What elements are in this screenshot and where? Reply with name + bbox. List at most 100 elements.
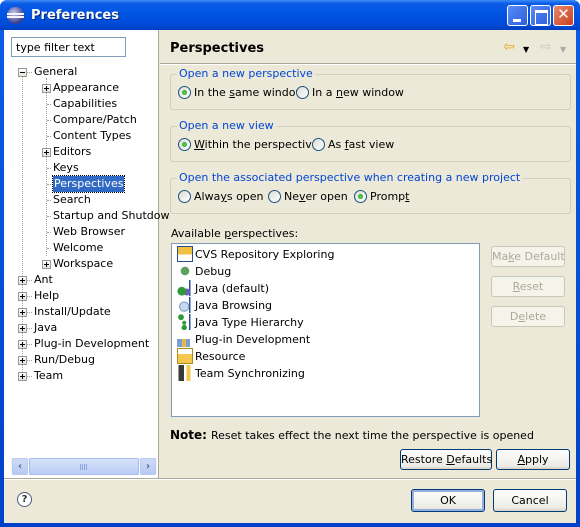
tree-item-workspace[interactable]: Workspace — [4, 256, 159, 272]
forward-arrow-icon[interactable]: ⇨ — [540, 40, 552, 54]
radio-group-1: Open a new perspective In the same window… — [170, 67, 571, 110]
perspective-item[interactable]: Resource — [177, 348, 245, 365]
expand-icon[interactable] — [42, 260, 51, 269]
reset-button[interactable]: Reset — [491, 276, 565, 297]
make-default-button[interactable]: Make Default — [491, 246, 565, 267]
back-arrow-icon[interactable]: ⇦ — [503, 40, 515, 54]
perspective-item[interactable]: Java Type Hierarchy — [177, 314, 304, 331]
tree-item-label: General — [34, 65, 78, 78]
preference-page: Perspectives ⇦ ▼ ⇨ ▼ Open a new perspect… — [160, 30, 576, 478]
radio-in-the-same-window[interactable]: In the same window — [178, 86, 304, 99]
restore-defaults-button[interactable]: Restore Defaults — [400, 449, 492, 470]
expand-icon[interactable] — [42, 84, 51, 93]
radio-never-open[interactable]: Never open — [268, 190, 348, 203]
forward-history-dropdown-icon[interactable]: ▼ — [560, 43, 566, 57]
expand-icon[interactable] — [18, 324, 27, 333]
tree-item-web-browser[interactable]: Web Browser — [4, 224, 159, 240]
cancel-button[interactable]: Cancel — [493, 489, 567, 512]
radio-button-icon[interactable] — [178, 86, 191, 99]
tree-item-content-types[interactable]: Content Types — [4, 128, 159, 144]
expand-icon[interactable] — [42, 148, 51, 157]
scroll-right-button[interactable]: › — [140, 458, 156, 475]
radio-button-icon[interactable] — [178, 190, 191, 203]
dialog-client-area: General Appearance Capabilities Compare/Pat… — [4, 30, 576, 523]
tree-item-plug-in-development[interactable]: Plug-in Development — [4, 336, 159, 352]
tree-item-search[interactable]: Search — [4, 192, 159, 208]
tree-item-general[interactable]: General — [4, 64, 159, 80]
window-title: Preferences — [31, 8, 119, 23]
radio-group-2: Open a new view Within the perspective As … — [170, 119, 571, 162]
scroll-left-button[interactable]: ‹ — [12, 458, 28, 475]
radio-in-a-new-window[interactable]: In a new window — [296, 86, 404, 99]
help-icon[interactable]: ? — [17, 492, 32, 507]
tree-item-label: Web Browser — [53, 225, 126, 238]
radio-always-open[interactable]: Always open — [178, 190, 264, 203]
expand-icon[interactable] — [18, 340, 27, 349]
type-hierarchy-icon — [177, 314, 193, 330]
resource-folder-icon — [177, 348, 193, 364]
footer-separator — [4, 478, 576, 480]
perspective-item[interactable]: Team Synchronizing — [177, 365, 305, 382]
filter-input[interactable] — [11, 37, 126, 57]
eclipse-logo-icon — [7, 7, 24, 24]
available-perspectives-list[interactable]: CVS Repository Exploring Debug Java (defau… — [171, 243, 480, 417]
tree-item-label: Install/Update — [34, 305, 111, 318]
apply-button[interactable]: Apply — [496, 449, 570, 470]
perspective-item[interactable]: Java (default) — [177, 280, 269, 297]
tree-horizontal-scrollbar[interactable]: ‹ › — [11, 458, 157, 475]
minimize-button[interactable] — [507, 5, 528, 26]
radio-within-the-perspective[interactable]: Within the perspective — [178, 138, 319, 151]
radio-as-fast-view[interactable]: As fast view — [312, 138, 394, 151]
tree-connector — [47, 200, 51, 201]
tree-item-label: Capabilities — [53, 97, 118, 110]
maximize-button[interactable] — [530, 5, 551, 26]
perspective-label: Resource — [195, 350, 246, 363]
expand-icon[interactable] — [18, 372, 27, 381]
tree-item-keys[interactable]: Keys — [4, 160, 159, 176]
tree-item-label: Editors — [53, 145, 92, 158]
cvs-icon — [177, 246, 193, 262]
perspective-item[interactable]: Plug-in Development — [177, 331, 310, 348]
expand-icon[interactable] — [18, 308, 27, 317]
perspective-item[interactable]: Debug — [177, 263, 231, 280]
tree-item-appearance[interactable]: Appearance — [4, 80, 159, 96]
radio-button-icon[interactable] — [296, 86, 309, 99]
tree-item-startup-and-shutdow[interactable]: Startup and Shutdow — [4, 208, 169, 224]
tree-connector — [47, 184, 51, 185]
radio-button-icon[interactable] — [178, 138, 191, 151]
group-label: Open a new view — [177, 119, 276, 132]
tree-item-welcome[interactable]: Welcome — [4, 240, 159, 256]
tree-item-label: Perspectives — [51, 175, 126, 193]
tree-item-label: Search — [53, 193, 91, 206]
back-history-dropdown-icon[interactable]: ▼ — [523, 43, 529, 57]
tree-item-label: Compare/Patch — [53, 113, 137, 126]
tree-item-capabilities[interactable]: Capabilities — [4, 96, 159, 112]
expand-icon[interactable] — [18, 276, 27, 285]
tree-item-help[interactable]: Help — [4, 288, 159, 304]
radio-button-icon[interactable] — [312, 138, 325, 151]
radio-prompt[interactable]: Prompt — [354, 190, 409, 203]
delete-button[interactable]: Delete — [491, 306, 565, 327]
tree-connector — [47, 232, 51, 233]
radio-button-icon[interactable] — [354, 190, 367, 203]
radio-button-icon[interactable] — [268, 190, 281, 203]
expand-icon[interactable] — [18, 292, 27, 301]
tree-item-perspectives[interactable]: Perspectives — [4, 175, 159, 193]
tree-item-install-update[interactable]: Install/Update — [4, 304, 159, 320]
tree-item-label: Content Types — [53, 129, 132, 142]
tree-item-team[interactable]: Team — [4, 368, 159, 384]
tree-item-run-debug[interactable]: Run/Debug — [4, 352, 159, 368]
tree-item-java[interactable]: Java — [4, 320, 159, 336]
tree-connector — [47, 120, 51, 121]
perspective-item[interactable]: CVS Repository Exploring — [177, 246, 334, 263]
title-bar[interactable]: Preferences ✕ — [0, 0, 580, 30]
close-button[interactable]: ✕ — [553, 5, 574, 26]
expand-icon[interactable] — [18, 356, 27, 365]
tree-item-editors[interactable]: Editors — [4, 144, 159, 160]
collapse-icon[interactable] — [18, 68, 27, 77]
tree-item-ant[interactable]: Ant — [4, 272, 159, 288]
scroll-thumb[interactable] — [29, 458, 139, 475]
tree-item-compare-patch[interactable]: Compare/Patch — [4, 112, 159, 128]
perspective-item[interactable]: Java Browsing — [177, 297, 272, 314]
ok-button[interactable]: OK — [411, 489, 485, 512]
